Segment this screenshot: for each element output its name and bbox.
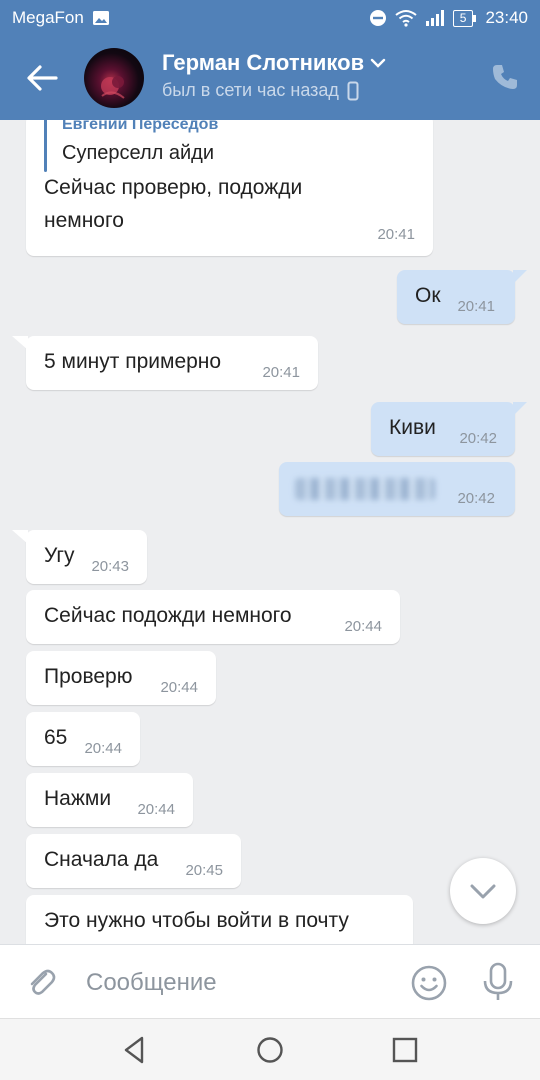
message-text: Угу — [44, 544, 75, 567]
reply-text: Суперселл айди — [62, 142, 215, 164]
redacted-text — [295, 478, 435, 500]
message-text: Ок — [415, 284, 441, 307]
message-time: 20:41 — [262, 364, 300, 381]
bubble-tail — [513, 270, 527, 284]
mobile-device-icon — [347, 81, 359, 100]
message-in-with-reply[interactable]: Евгений Переседов Суперселл айди Сейчас … — [26, 120, 433, 256]
message-list[interactable]: Евгений Переседов Суперселл айди Сейчас … — [0, 120, 540, 944]
phone-call-icon[interactable] — [490, 62, 520, 92]
nav-home-icon[interactable] — [253, 1033, 287, 1067]
message-in[interactable]: Нажми 20:44 — [26, 773, 193, 827]
message-composer — [0, 944, 540, 1018]
status-bar: MegaFon 5 23:40 — [0, 0, 540, 36]
message-time: 20:41 — [457, 298, 495, 315]
chat-header: Герман Слотников был в сети час назад — [0, 36, 540, 120]
chevron-down-icon — [470, 884, 496, 899]
message-time: 20:42 — [459, 430, 497, 447]
system-navigation-bar — [0, 1018, 540, 1080]
online-status: был в сети час назад — [162, 80, 339, 100]
wifi-icon — [395, 10, 417, 27]
message-text: Нажми — [44, 787, 112, 810]
message-text: Сейчас подожди немного — [44, 604, 292, 627]
avatar-figure-icon — [101, 76, 125, 99]
message-text: Киви — [389, 416, 436, 439]
message-in[interactable]: Угу 20:43 — [12, 530, 147, 584]
bubble-tail — [12, 530, 28, 544]
chat-title[interactable]: Герман Слотников был в сети час назад — [162, 50, 386, 101]
bubble-tail — [12, 336, 28, 350]
message-text: 5 минут примерно — [44, 350, 222, 373]
do-not-disturb-icon — [369, 10, 386, 26]
reply-author: Евгений Переседов — [62, 120, 219, 133]
message-text: Проверю — [44, 665, 133, 688]
message-text-line-2: немного — [44, 209, 124, 232]
bubble-tail — [513, 402, 527, 416]
nav-recents-icon[interactable] — [388, 1033, 422, 1067]
carrier-name: MegaFon — [12, 8, 84, 27]
battery-icon: 5 — [452, 9, 477, 27]
message-out-redacted[interactable]: 20:42 — [279, 462, 515, 516]
message-time: 20:44 — [344, 618, 382, 635]
message-time: 20:41 — [377, 226, 415, 243]
avatar[interactable] — [84, 48, 144, 108]
message-in[interactable]: 65 20:44 — [26, 712, 140, 766]
contact-name: Герман Слотников — [162, 50, 365, 75]
message-time: 20:44 — [137, 801, 175, 818]
message-out[interactable]: Киви 20:42 — [371, 402, 527, 456]
message-time: 20:45 — [185, 862, 223, 879]
message-in[interactable]: Это нужно чтобы войти в почту — [26, 895, 413, 944]
battery-level: 5 — [459, 10, 467, 25]
chevron-down-icon — [370, 58, 386, 68]
message-time: 20:42 — [457, 490, 495, 507]
message-time: 20:44 — [160, 679, 198, 696]
image-icon — [92, 11, 109, 25]
status-time: 23:40 — [485, 8, 528, 27]
message-in[interactable]: 5 минут примерно 20:41 — [12, 336, 318, 390]
message-time: 20:44 — [84, 740, 122, 757]
message-in[interactable]: Сейчас подожди немного 20:44 — [26, 590, 400, 644]
message-out[interactable]: Ок 20:41 — [397, 270, 527, 324]
message-text: Сначала да — [44, 848, 159, 871]
emoji-icon[interactable] — [410, 964, 448, 1002]
message-time: 20:43 — [91, 558, 129, 575]
message-input[interactable] — [86, 965, 386, 1001]
message-text: Сейчас проверю, подожди — [44, 176, 303, 199]
message-text: 65 — [44, 726, 68, 749]
signal-icon — [425, 10, 444, 26]
paperclip-icon[interactable] — [24, 965, 58, 999]
nav-back-icon[interactable] — [118, 1033, 152, 1067]
back-arrow-icon[interactable] — [22, 58, 62, 98]
reply-quote-bar — [44, 120, 47, 172]
microphone-icon[interactable] — [480, 962, 516, 1002]
message-text: Это нужно чтобы войти в почту — [44, 909, 349, 932]
message-in[interactable]: Проверю 20:44 — [26, 651, 216, 705]
message-in[interactable]: Сначала да 20:45 — [26, 834, 241, 888]
scroll-to-bottom-button[interactable] — [450, 858, 516, 924]
